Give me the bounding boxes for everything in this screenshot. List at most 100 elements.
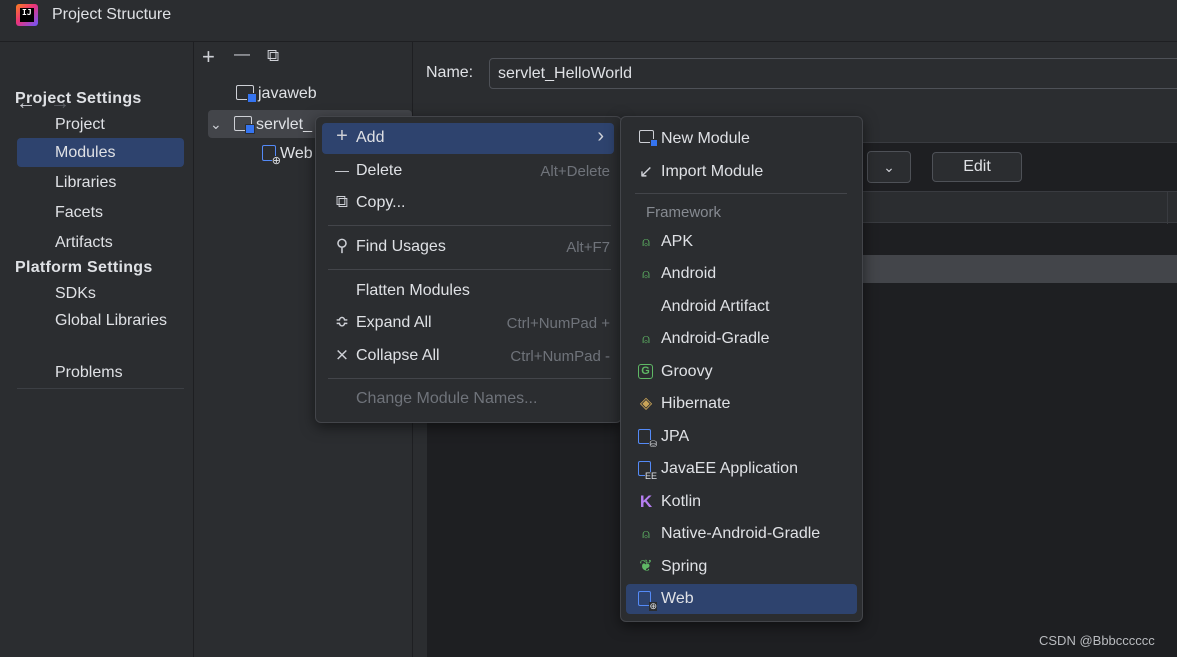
chevron-down-icon: ⌄ <box>883 159 895 175</box>
submenu-item-kotlin[interactable]: K Kotlin <box>626 487 857 517</box>
settings-sidebar: ← → Project Settings Project Modules Lib… <box>0 42 194 657</box>
jpa-icon: ⛁ <box>638 429 657 449</box>
minus-icon: — <box>335 162 349 178</box>
sidebar-item-libraries[interactable]: Libraries <box>17 168 184 197</box>
submenu-item-groovy[interactable]: G Groovy <box>626 357 857 387</box>
submenu-item-label: Web <box>661 590 694 607</box>
sidebar-item-facets[interactable]: Facets <box>17 198 184 227</box>
tree-node-label: javaweb <box>258 85 317 102</box>
menu-item-label: Expand All <box>356 314 432 331</box>
javaee-icon: EE <box>638 461 657 481</box>
add-icon[interactable]: + <box>202 44 215 70</box>
sidebar-item-artifacts[interactable]: Artifacts <box>17 228 184 257</box>
tree-node-label: servlet_ <box>256 116 313 133</box>
submenu-item-hibernate[interactable]: ◈ Hibernate <box>626 389 857 419</box>
submenu-item-new-module[interactable]: New Module <box>626 124 857 154</box>
add-submenu: New Module ↙ Import Module Framework ⍝ A… <box>620 116 863 622</box>
submenu-item-native-android-gradle[interactable]: ⍝ Native-Android-Gradle <box>626 519 857 549</box>
groovy-icon: G <box>638 364 653 379</box>
module-name-input[interactable] <box>489 58 1177 89</box>
tree-node-javaweb[interactable]: javaweb <box>236 80 406 108</box>
sidebar-item-project[interactable]: Project <box>17 110 184 139</box>
menu-item-label: Collapse All <box>356 347 440 364</box>
submenu-item-spring[interactable]: ❦ Spring <box>626 552 857 582</box>
menu-item-flatten-modules[interactable]: Flatten Modules <box>322 276 614 307</box>
menu-separator <box>328 225 611 226</box>
submenu-item-label: Native-Android-Gradle <box>661 525 821 542</box>
submenu-item-android[interactable]: ⍝ Android <box>626 259 857 289</box>
submenu-item-android-artifact[interactable]: Android Artifact <box>626 292 857 322</box>
web-facet-icon <box>262 145 281 167</box>
submenu-item-import-module[interactable]: ↙ Import Module <box>626 157 857 187</box>
sidebar-item-global-libraries[interactable]: Global Libraries <box>17 306 184 335</box>
column-divider <box>1167 192 1168 224</box>
menu-item-label: Delete <box>356 162 403 179</box>
submenu-item-apk[interactable]: ⍝ APK <box>626 227 857 257</box>
submenu-item-javaee-application[interactable]: EE JavaEE Application <box>626 454 857 484</box>
chevron-down-icon[interactable]: ⌄ <box>210 110 234 138</box>
menu-separator <box>328 269 611 270</box>
submenu-item-label: New Module <box>661 130 750 147</box>
collapse-all-icon: ⨯ <box>334 345 350 364</box>
web-icon: ⊕ <box>638 591 657 611</box>
menu-separator <box>635 193 847 194</box>
submenu-item-label: APK <box>661 233 694 250</box>
submenu-item-label: Import Module <box>661 163 764 180</box>
submenu-item-label: Android Artifact <box>661 298 770 315</box>
module-folder-icon <box>234 116 255 134</box>
menu-item-add[interactable]: + Add › <box>322 123 614 154</box>
menu-item-shortcut: Ctrl+NumPad - <box>510 348 610 365</box>
menu-item-find-usages[interactable]: ⚲ Find Usages Alt+F7 <box>322 232 614 263</box>
submenu-item-label: Spring <box>661 558 708 575</box>
sidebar-item-problems[interactable]: Problems <box>17 358 184 387</box>
menu-item-collapse-all[interactable]: ⨯ Collapse All Ctrl+NumPad - <box>322 341 614 372</box>
module-folder-icon <box>236 85 257 103</box>
menu-item-shortcut: Alt+F7 <box>566 239 610 256</box>
remove-icon[interactable]: — <box>234 46 250 64</box>
submenu-item-android-gradle[interactable]: ⍝ Android-Gradle <box>626 324 857 354</box>
submenu-item-label: Android <box>661 265 717 282</box>
sidebar-divider <box>17 388 184 389</box>
menu-item-shortcut: Alt+Delete <box>540 163 610 180</box>
android-icon: ⍝ <box>642 234 650 249</box>
menu-item-shortcut: Ctrl+NumPad + <box>506 315 610 332</box>
menu-separator <box>328 378 611 379</box>
copy-icon[interactable]: ⧉ <box>267 46 279 66</box>
submenu-item-jpa[interactable]: ⛁ JPA <box>626 422 857 452</box>
menu-item-change-module-names: Change Module Names... <box>322 384 614 415</box>
submenu-item-label: Hibernate <box>661 395 731 412</box>
edit-button[interactable]: Edit <box>932 152 1022 182</box>
tree-node-label: Web <box>280 145 313 162</box>
android-icon: ⍝ <box>642 331 650 346</box>
submenu-item-web[interactable]: ⊕ Web <box>626 584 857 614</box>
new-module-icon <box>636 129 658 149</box>
menu-item-label: Find Usages <box>356 238 446 255</box>
chevron-right-icon: › <box>597 125 604 147</box>
submenu-item-label: Android-Gradle <box>661 330 770 347</box>
spring-leaf-icon: ❦ <box>639 558 653 575</box>
submenu-item-label: JPA <box>661 428 690 445</box>
menu-item-copy[interactable]: ⧉ Copy... <box>322 188 614 219</box>
copy-icon: ⧉ <box>335 192 349 211</box>
sidebar-item-modules[interactable]: Modules <box>17 138 184 167</box>
menu-item-delete[interactable]: — Delete Alt+Delete <box>322 156 614 187</box>
plus-icon: + <box>336 125 348 147</box>
import-icon: ↙ <box>638 162 654 181</box>
context-menu: + Add › — Delete Alt+Delete ⧉ Copy... ⚲ … <box>315 116 622 423</box>
framework-group-label: Framework <box>646 204 722 221</box>
title-bar: IJ Project Structure <box>0 0 1177 42</box>
sidebar-item-sdks[interactable]: SDKs <box>17 279 184 308</box>
menu-item-expand-all[interactable]: ≎ Expand All Ctrl+NumPad + <box>322 308 614 339</box>
menu-item-label: Add <box>356 129 385 146</box>
window-title: Project Structure <box>52 6 172 23</box>
android-icon: ⍝ <box>642 266 650 281</box>
platform-settings-heading: Platform Settings <box>15 259 153 276</box>
sdk-dropdown[interactable]: ⌄ <box>867 151 911 183</box>
menu-item-label: Change Module Names... <box>356 390 538 407</box>
watermark: CSDN @Bbbcccccc <box>1039 633 1155 648</box>
hibernate-icon: ◈ <box>639 395 653 412</box>
menu-item-label: Copy... <box>356 194 406 211</box>
kotlin-icon: K <box>639 492 653 511</box>
name-label: Name: <box>426 64 474 81</box>
search-icon: ⚲ <box>335 236 349 255</box>
